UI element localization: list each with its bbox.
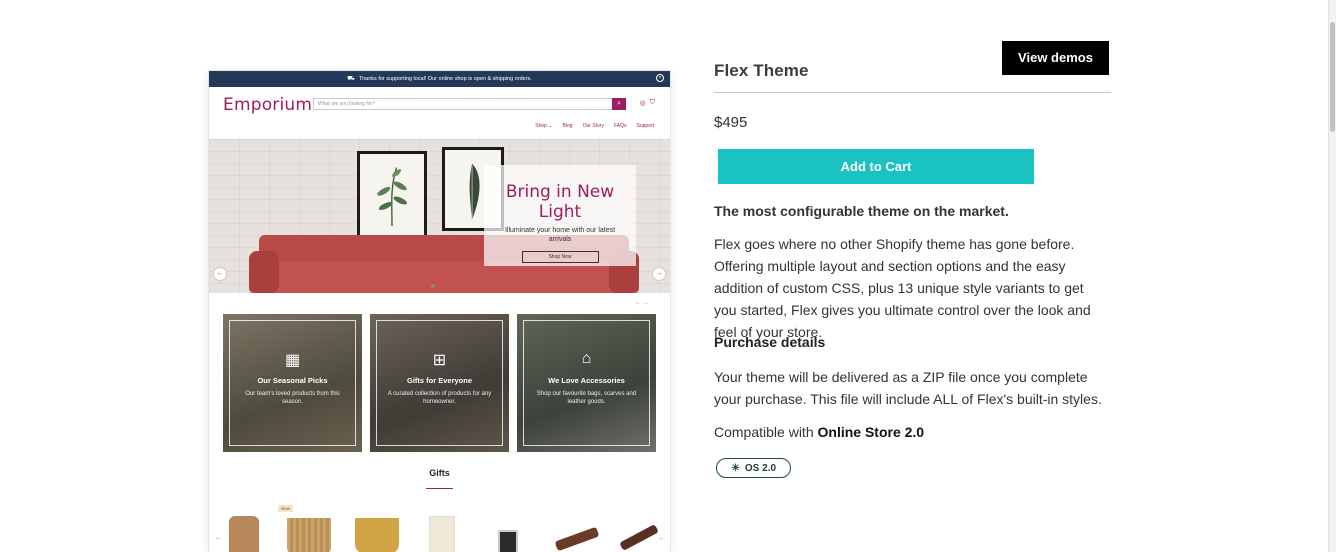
store-logo[interactable]: Emporium [223,95,312,115]
nav-item-faqs[interactable]: FAQs [614,123,627,129]
account-icon[interactable]: ◎ [640,99,646,107]
product-image[interactable] [355,518,399,552]
product-image[interactable] [229,516,259,552]
product-title: Flex Theme [714,61,809,80]
cart-icon[interactable]: ⛉ [650,99,655,107]
card-we-love-accessories[interactable]: ⌂ We Love Accessories Shop our favourite… [517,314,656,452]
card-gifts-for-everyone[interactable]: ⊞ Gifts for Everyone A curated collectio… [370,314,509,452]
slide-dot[interactable] [431,284,435,288]
card-desc: Our team's loved products from this seas… [245,391,340,405]
add-to-cart-button[interactable]: Add to Cart [718,149,1034,184]
shop-now-button[interactable]: Shop Now [521,251,599,263]
product-image[interactable] [554,526,600,552]
purchase-details-heading: Purchase details [714,334,826,350]
card-desc: A curated collection of products for any… [387,391,492,405]
gift-icon: ⊞ [432,352,447,369]
hanger-icon: ⌂ [581,350,592,367]
nav-item-blog[interactable]: Blog [563,123,573,129]
new-badge: New [278,505,294,512]
os-badge: ☀ OS 2.0 [716,458,791,478]
product-info: Flex Theme View demos $495 Add to Cart T… [714,0,1114,552]
scrollbar-thumb[interactable] [1330,22,1335,132]
nav-item-our-story[interactable]: Our Story [583,123,604,129]
card-title: Our Seasonal Picks [257,376,328,385]
gifts-underline [426,488,453,489]
hero-text-box: Bring in New Light Illuminate your home … [484,165,636,266]
theme-preview[interactable]: ⛟ Thanks for supporting local! Our onlin… [209,71,670,552]
announcement-text: Thanks for supporting local! Our online … [358,76,532,82]
product-image[interactable] [498,530,518,552]
search-icon[interactable]: ⌕ [612,98,626,110]
arrow-left-icon[interactable]: ← [213,267,227,281]
framed-plant-print [357,151,427,239]
product-carousel [219,509,659,552]
arrow-right-icon[interactable]: → [652,267,666,281]
title-divider [714,92,1111,93]
gifts-heading: Gifts [429,468,450,478]
os-badge-label: OS 2.0 [744,462,777,474]
store-header: Emporium What are you looking for? ⌕ ◎ ⛉… [209,87,670,139]
card-seasonal-picks[interactable]: ▦ Our Seasonal Picks Our team's loved pr… [223,314,362,452]
chevron-down-icon: ⌄ [548,123,553,129]
compatibility-value: Online Store 2.0 [817,424,925,440]
card-title: We Love Accessories [548,376,625,385]
product-price: $495 [714,114,748,131]
collection-cards: ▦ Our Seasonal Picks Our team's loved pr… [223,314,656,452]
sun-icon: ☀ [730,462,740,474]
arrow-right-icon[interactable]: → [657,535,664,542]
page-scrollbar[interactable] [1328,0,1336,552]
product-tagline: The most configurable theme on the marke… [714,203,1009,219]
hero-subtitle: Illuminate your home with our latest arr… [504,227,616,243]
nav-item-support[interactable]: Support [636,123,654,129]
product-image[interactable] [619,524,659,551]
search-placeholder: What are you looking for? [318,101,375,107]
hero-title: Bring in New Light [505,182,615,222]
product-image[interactable] [287,518,331,552]
truck-icon: ⛟ [347,76,355,82]
product-image[interactable] [429,516,455,552]
close-icon[interactable]: × [656,74,664,82]
store-nav: Shop ⌄ Blog Our Story FAQs Support [535,123,654,129]
header-icons: ◎ ⛉ [640,99,655,107]
hero-banner: Bring in New Light Illuminate your home … [209,139,670,293]
product-description: Flex goes where no other Shopify theme h… [714,236,1091,340]
delivery-text: Your theme will be delivered as a ZIP fi… [714,369,1102,407]
card-title: Gifts for Everyone [406,376,473,385]
nav-item-shop[interactable]: Shop ⌄ [535,123,552,129]
compatibility-text: Compatible with Online Store 2.0 [714,424,925,440]
announcement-bar: ⛟ Thanks for supporting local! Our onlin… [209,71,670,87]
calendar-icon: ▦ [284,352,301,369]
arrow-left-icon[interactable]: ← [215,535,222,542]
collection-arrows[interactable]: ← → [635,300,649,306]
view-demos-button[interactable]: View demos [1002,41,1109,75]
store-search-input[interactable]: What are you looking for? ⌕ [313,98,626,110]
card-desc: Shop our favourite bags, scarves and lea… [536,391,637,405]
